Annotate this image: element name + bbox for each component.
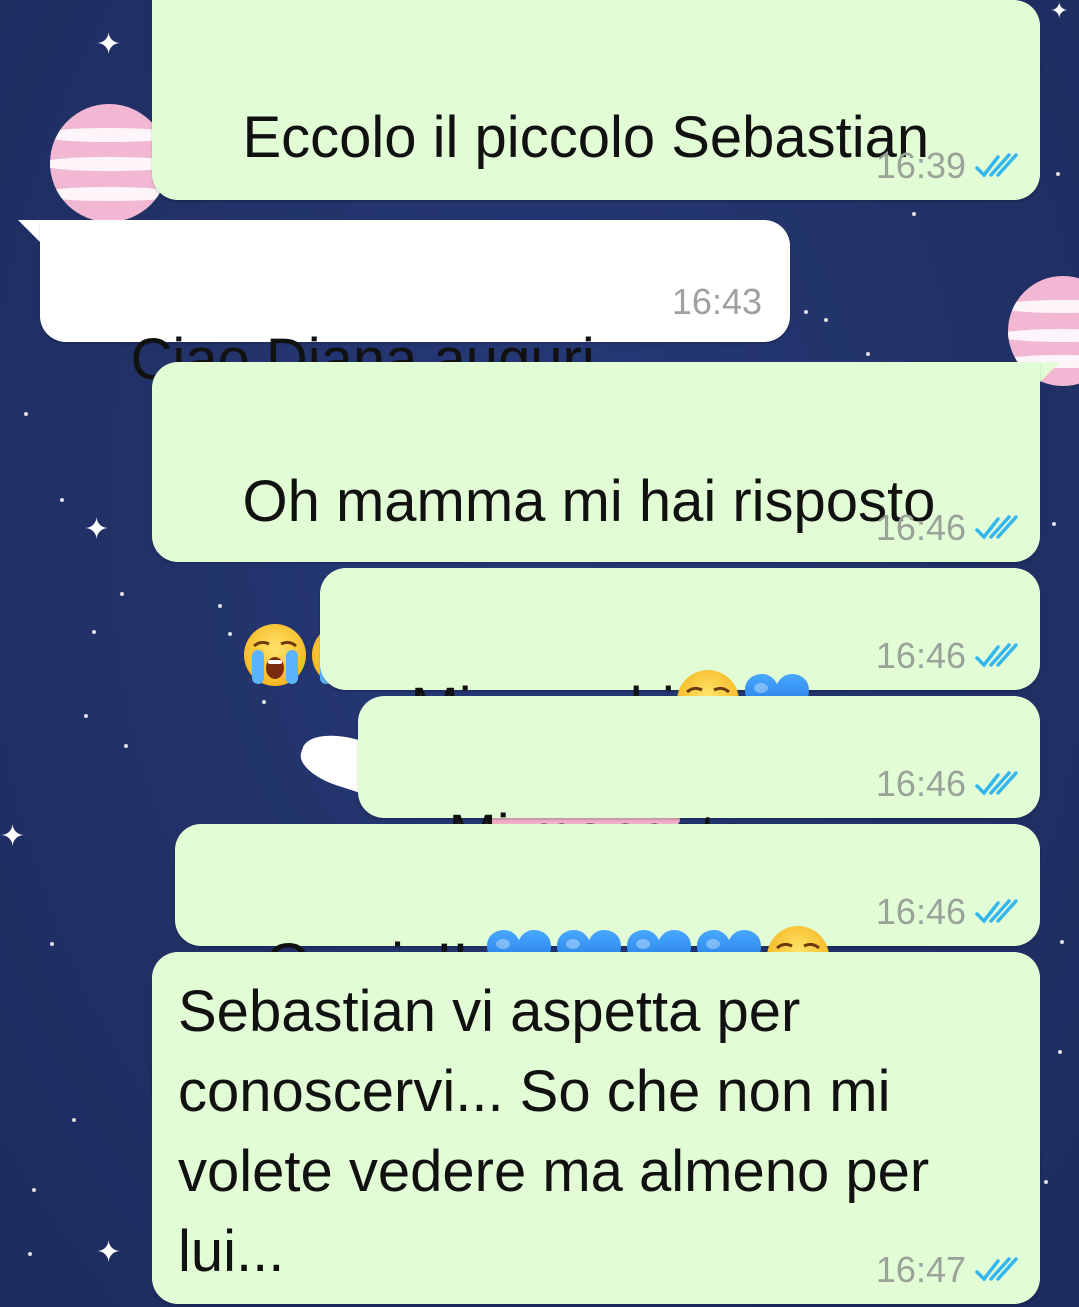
read-receipt-icon	[974, 898, 1018, 926]
star-dot	[84, 714, 88, 718]
star-icon: ✦	[0, 820, 26, 853]
star-dot	[1058, 1050, 1062, 1054]
message-text: Sebastian vi aspetta per conoscervi... S…	[178, 979, 930, 1284]
read-receipt-icon	[974, 152, 1018, 180]
message-bubble-outgoing[interactable]: Sebastian vi aspetta per conoscervi... S…	[152, 952, 1040, 1304]
star-dot	[24, 412, 28, 416]
read-receipt-icon	[974, 514, 1018, 542]
star-dot	[1060, 940, 1064, 944]
planet-decoration-left	[50, 104, 168, 222]
message-meta: 16:46	[876, 636, 1018, 676]
message-time: 16:46	[875, 763, 966, 804]
star-dot	[32, 1188, 36, 1192]
star-dot	[1052, 522, 1056, 526]
read-receipt-icon	[974, 770, 1018, 798]
message-meta: 16:46	[876, 764, 1018, 804]
star-dot	[60, 498, 64, 502]
star-icon: ✦	[96, 28, 122, 61]
star-icon: ✦	[84, 513, 110, 546]
star-dot	[1056, 172, 1060, 176]
star-icon: ✦	[96, 1236, 122, 1269]
bubble-tail	[18, 220, 42, 244]
message-time: 16:46	[875, 507, 966, 548]
star-dot	[72, 1118, 76, 1122]
message-meta: 16:47	[876, 1250, 1018, 1290]
message-bubble-outgoing[interactable]: Mi manchi 16:46	[320, 568, 1040, 741]
star-dot	[92, 630, 96, 634]
message-meta: 16:46	[876, 892, 1018, 932]
message-bubble-outgoing[interactable]: Mi mancate... 16:46	[358, 696, 1040, 868]
message-bubble-incoming[interactable]: Ciao Diana auguri 16:43	[40, 220, 790, 392]
message-meta: 16:46	[876, 508, 1018, 548]
message-time: 16:39	[875, 145, 966, 186]
star-dot	[50, 942, 54, 946]
message-time: 16:47	[875, 1249, 966, 1290]
star-dot	[1044, 1180, 1048, 1184]
crying-face-icon	[242, 622, 308, 688]
message-time: 16:43	[671, 281, 762, 322]
read-receipt-icon	[974, 642, 1018, 670]
star-dot	[124, 744, 128, 748]
message-time: 16:46	[875, 635, 966, 676]
message-bubble-outgoing[interactable]: Grazie!! 16:46	[175, 824, 1040, 997]
message-meta: 16:43	[672, 282, 762, 322]
message-meta: 16:39	[876, 146, 1018, 186]
message-time: 16:46	[875, 891, 966, 932]
star-icon: ✦	[1050, 0, 1069, 23]
star-dot	[28, 1252, 32, 1256]
star-dot	[120, 592, 124, 596]
read-receipt-icon	[974, 1256, 1018, 1284]
message-bubble-outgoing[interactable]: Eccolo il piccolo Sebastian 16:39	[152, 0, 1040, 200]
message-bubble-outgoing[interactable]: Oh mamma mi hai risposto 16:46	[152, 362, 1040, 562]
